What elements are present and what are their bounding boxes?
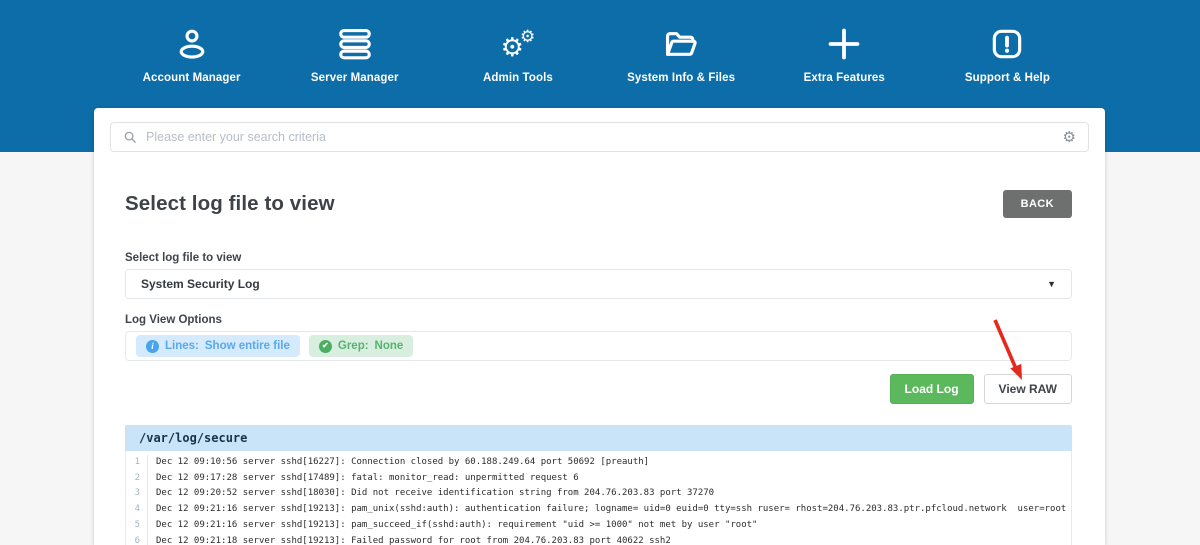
- log-viewer-panel: /var/log/secure 1 Dec 12 09:10:56 server…: [125, 425, 1072, 545]
- nav-item-system-info-files[interactable]: System Info & Files: [600, 24, 763, 84]
- search-row: ⚙: [94, 108, 1105, 152]
- info-icon: i: [146, 340, 159, 353]
- lines-badge-value: Show entire file: [205, 340, 290, 352]
- log-view-options-box: i Lines: Show entire file ✔ Grep: None: [125, 331, 1072, 361]
- actions-row: Load Log View RAW: [125, 374, 1072, 404]
- nav-item-server-manager[interactable]: Server Manager: [273, 24, 436, 84]
- log-line: 6 Dec 12 09:21:18 server sshd[19213]: Fa…: [126, 534, 1071, 545]
- nav-label: System Info & Files: [627, 72, 735, 84]
- log-view-options-label: Log View Options: [125, 314, 1072, 326]
- log-body: 1 Dec 12 09:10:56 server sshd[16227]: Co…: [125, 451, 1072, 545]
- plus-icon: [825, 24, 863, 64]
- back-button[interactable]: BACK: [1003, 190, 1072, 218]
- nav-item-admin-tools[interactable]: ⚙⚙ Admin Tools: [436, 24, 599, 84]
- lines-badge-label: Lines:: [165, 340, 199, 352]
- gears-icon: ⚙⚙: [501, 24, 536, 64]
- log-line-text: Dec 12 09:20:52 server sshd[18030]: Did …: [148, 486, 714, 502]
- nav-label: Extra Features: [804, 72, 885, 84]
- log-file-path-header: /var/log/secure: [125, 425, 1072, 451]
- nav-label: Server Manager: [311, 72, 399, 84]
- log-line-number: 3: [126, 486, 148, 502]
- nav-label: Admin Tools: [483, 72, 553, 84]
- log-line-number: 1: [126, 455, 148, 471]
- log-line: 3 Dec 12 09:20:52 server sshd[18030]: Di…: [126, 486, 1071, 502]
- log-line-text: Dec 12 09:21:16 server sshd[19213]: pam_…: [148, 518, 757, 534]
- log-line: 2 Dec 12 09:17:28 server sshd[17489]: fa…: [126, 471, 1071, 487]
- search-settings-gear-icon[interactable]: ⚙: [1063, 130, 1076, 145]
- page-title: Select log file to view: [125, 192, 335, 216]
- server-icon: [336, 24, 374, 64]
- grep-option-badge[interactable]: ✔ Grep: None: [309, 335, 413, 357]
- log-line: 4 Dec 12 09:21:16 server sshd[19213]: pa…: [126, 502, 1071, 518]
- log-line-text: Dec 12 09:17:28 server sshd[17489]: fata…: [148, 471, 579, 487]
- log-line-text: Dec 12 09:21:18 server sshd[19213]: Fail…: [148, 534, 671, 545]
- log-line: 5 Dec 12 09:21:16 server sshd[19213]: pa…: [126, 518, 1071, 534]
- view-raw-button[interactable]: View RAW: [984, 374, 1072, 404]
- log-file-select[interactable]: System Security Log ▼: [125, 269, 1072, 299]
- nav-item-extra-features[interactable]: Extra Features: [763, 24, 926, 84]
- chevron-down-icon: ▼: [1047, 279, 1056, 289]
- log-view-section: Select log file to view BACK Select log …: [94, 190, 1105, 545]
- grep-badge-value: None: [375, 340, 404, 352]
- nav-item-support-help[interactable]: Support & Help: [926, 24, 1089, 84]
- log-line-number: 4: [126, 502, 148, 518]
- nav-item-account-manager[interactable]: Account Manager: [110, 24, 273, 84]
- log-line-text: Dec 12 09:21:16 server sshd[19213]: pam_…: [148, 502, 1066, 518]
- search-input[interactable]: [146, 130, 1054, 144]
- check-icon: ✔: [319, 340, 332, 353]
- main-content-card: ⚙ Select log file to view BACK Select lo…: [94, 108, 1105, 545]
- log-file-select-value: System Security Log: [141, 277, 260, 291]
- search-icon: [123, 130, 137, 144]
- heading-row: Select log file to view BACK: [125, 190, 1072, 218]
- main-nav: Account Manager Server Manager ⚙⚙ Admin …: [110, 0, 1089, 84]
- log-line-number: 2: [126, 471, 148, 487]
- user-icon: [173, 24, 211, 64]
- alert-square-icon: [988, 24, 1026, 64]
- nav-label: Account Manager: [143, 72, 241, 84]
- log-line-number: 6: [126, 534, 148, 545]
- search-box: ⚙: [110, 122, 1089, 152]
- log-line-text: Dec 12 09:10:56 server sshd[16227]: Conn…: [148, 455, 649, 471]
- folder-open-icon: [662, 24, 700, 64]
- log-line-number: 5: [126, 518, 148, 534]
- select-log-file-label: Select log file to view: [125, 252, 1072, 264]
- nav-label: Support & Help: [965, 72, 1050, 84]
- grep-badge-label: Grep:: [338, 340, 369, 352]
- lines-option-badge[interactable]: i Lines: Show entire file: [136, 335, 300, 357]
- log-line: 1 Dec 12 09:10:56 server sshd[16227]: Co…: [126, 455, 1071, 471]
- load-log-button[interactable]: Load Log: [890, 374, 974, 404]
